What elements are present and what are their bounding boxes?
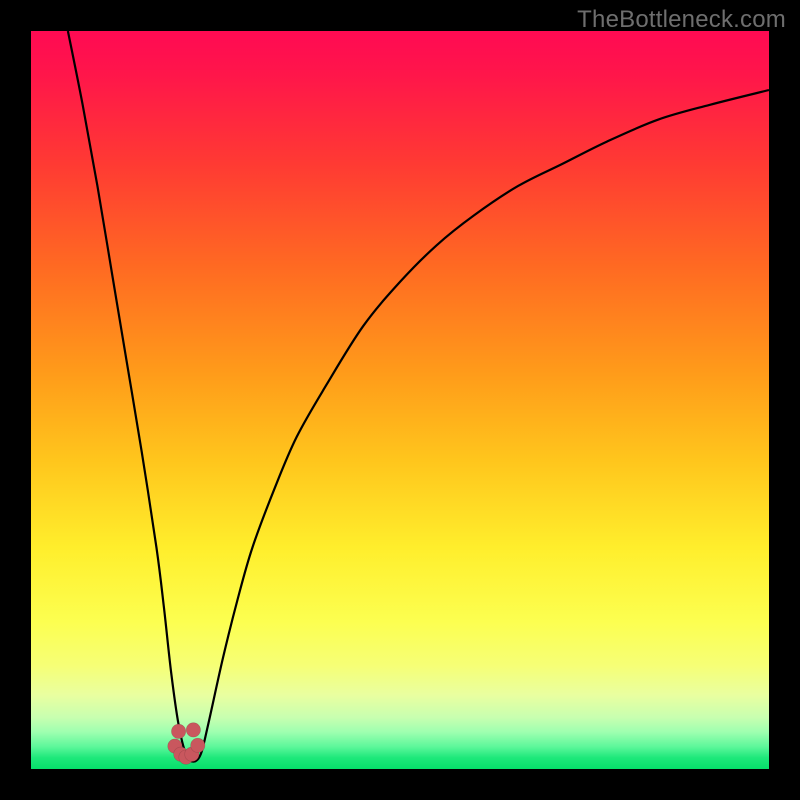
bottleneck-curve xyxy=(68,31,769,762)
trough-marker xyxy=(191,738,205,752)
chart-frame: TheBottleneck.com xyxy=(0,0,800,800)
trough-marker xyxy=(171,724,185,738)
trough-marker xyxy=(186,723,200,737)
chart-svg xyxy=(31,31,769,769)
plot-area xyxy=(31,31,769,769)
watermark-label: TheBottleneck.com xyxy=(577,6,786,34)
